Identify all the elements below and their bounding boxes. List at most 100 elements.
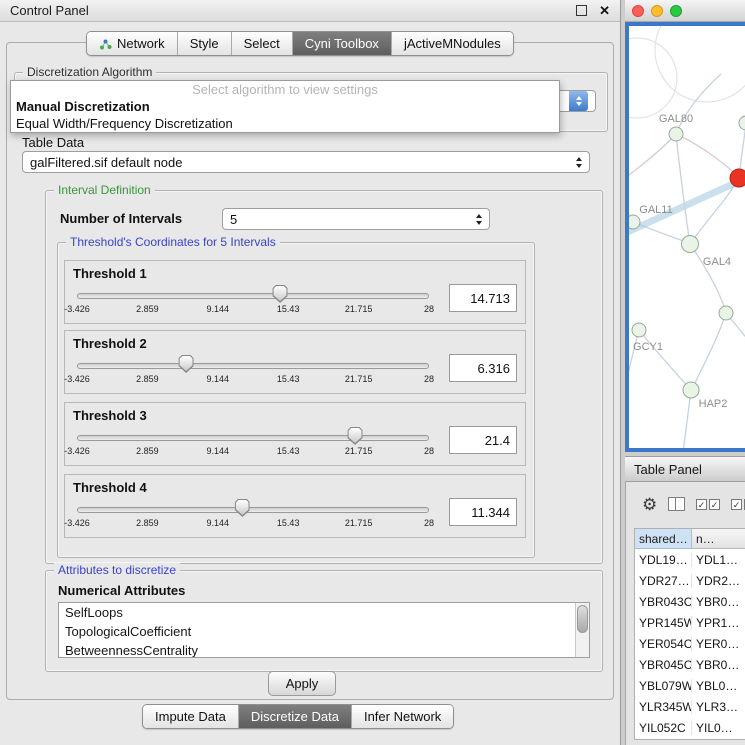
table-data-value: galFiltered.sif default node: [30, 155, 182, 170]
settings-gear-icon[interactable]: ⚙: [642, 496, 657, 513]
network-edge: [676, 134, 739, 177]
float-window-icon[interactable]: [576, 5, 587, 16]
threshold-4-slider[interactable]: -3.426 2.859 9.144 15.43 21.715 28: [77, 498, 429, 532]
number-of-intervals-value: 5: [230, 212, 237, 227]
list-scrollbar[interactable]: [575, 603, 589, 657]
network-node[interactable]: [719, 306, 733, 320]
table-row[interactable]: YER054CYER0…: [635, 633, 745, 654]
tick-label: 28: [424, 446, 434, 456]
network-node-gal4[interactable]: [682, 236, 699, 253]
table-row[interactable]: YBR045CYBR0…: [635, 654, 745, 675]
attribute-item[interactable]: SelfLoops: [59, 603, 589, 622]
apply-button[interactable]: Apply: [268, 671, 336, 696]
combobox-stepper-icon[interactable]: [470, 214, 482, 225]
threshold-1-slider[interactable]: -3.426 2.859 9.144 15.43 21.715 28: [77, 284, 429, 318]
slider-thumb[interactable]: [273, 285, 288, 303]
table-data-label: Table Data: [22, 135, 84, 150]
close-icon[interactable]: ✕: [599, 3, 610, 19]
tick-label: 15.43: [277, 374, 300, 384]
select-columns-icon[interactable]: ✓ ✓: [696, 499, 720, 510]
threshold-2-slider[interactable]: -3.426 2.859 9.144 15.43 21.715 28: [77, 354, 429, 388]
tick-label: 9.144: [207, 304, 230, 314]
network-edge: [692, 313, 726, 389]
table-row[interactable]: YIL052CYIL0…: [635, 717, 745, 738]
table-row[interactable]: YBR043CYBR0…: [635, 591, 745, 612]
slider-thumb[interactable]: [348, 427, 363, 445]
tab-discretize-data[interactable]: Discretize Data: [238, 705, 351, 728]
network-node-selected[interactable]: [730, 169, 745, 187]
tab-network[interactable]: Network: [87, 32, 177, 55]
tick-label: -3.426: [64, 518, 90, 528]
table-data-combobox[interactable]: galFiltered.sif default node: [22, 151, 590, 173]
table-panel-title: Table Panel: [634, 462, 702, 477]
attributes-group-title: Attributes to discretize: [54, 563, 180, 578]
node-label-gal80: GAL80: [659, 113, 693, 125]
control-panel-titlebar: Control Panel ✕: [0, 0, 620, 22]
algorithm-dropdown-popup: Select algorithm to view settings Manual…: [10, 80, 560, 133]
zoom-traffic-light-icon[interactable]: [670, 5, 682, 17]
tab-discretize-data-label: Discretize Data: [251, 709, 339, 724]
tab-select[interactable]: Select: [231, 32, 292, 55]
network-node-gcy1[interactable]: [632, 323, 646, 337]
threshold-4-value-field[interactable]: 11.344: [449, 498, 517, 526]
table-row[interactable]: YDR27…YDR2…: [635, 570, 745, 591]
number-of-intervals-label: Number of Intervals: [60, 211, 182, 226]
network-node-gal11[interactable]: [629, 215, 640, 229]
combobox-stepper-icon[interactable]: [570, 157, 582, 168]
tick-label: 2.859: [136, 518, 159, 528]
table-row[interactable]: YPR145WYPR1…: [635, 612, 745, 633]
threshold-1-value-field[interactable]: 14.713: [449, 284, 517, 312]
network-edge: [655, 26, 745, 102]
tick-label: 9.144: [207, 374, 230, 384]
scrollbar-thumb[interactable]: [577, 605, 588, 633]
combobox-arrows-icon[interactable]: [569, 91, 588, 111]
slider-track[interactable]: [77, 293, 429, 299]
tab-infer-network[interactable]: Infer Network: [351, 705, 453, 728]
algorithm-option-manual[interactable]: Manual Discretization: [11, 98, 559, 115]
threshold-3-label: Threshold 3: [73, 408, 517, 423]
slider-track[interactable]: [77, 507, 429, 513]
tick-label: 21.715: [345, 446, 373, 456]
node-table: shared… n… YDL19…YDL1… YDR27…YDR2… YBR04…: [634, 528, 745, 740]
table-panel-titlebar: Table Panel: [625, 456, 745, 482]
threshold-3-slider[interactable]: -3.426 2.859 9.144 15.43 21.715 28: [77, 426, 429, 460]
attribute-item[interactable]: BetweennessCentrality: [59, 641, 589, 658]
network-node-gal80[interactable]: [669, 127, 683, 141]
minimize-traffic-light-icon[interactable]: [651, 5, 663, 17]
interval-definition-title: Interval Definition: [54, 183, 155, 198]
close-traffic-light-icon[interactable]: [632, 5, 644, 17]
threshold-4-panel: Threshold 4 -3.426 2.859 9.144 15.43 21.…: [64, 474, 526, 538]
desktop: { "icons": { "gear": "⚙", "close": "✕", …: [0, 0, 745, 745]
table-row[interactable]: YBL079WYBL0…: [635, 675, 745, 696]
slider-track[interactable]: [77, 363, 429, 369]
slider-thumb[interactable]: [235, 499, 250, 517]
tab-impute-data-label: Impute Data: [155, 709, 226, 724]
threshold-2-label: Threshold 2: [73, 336, 517, 351]
attribute-item[interactable]: TopologicalCoefficient: [59, 622, 589, 641]
column-header-name[interactable]: n…: [692, 529, 745, 549]
threshold-3-value-field[interactable]: 21.4: [449, 426, 517, 454]
algorithm-option-equal-width[interactable]: Equal Width/Frequency Discretization: [11, 115, 559, 132]
tick-label: 21.715: [345, 304, 373, 314]
algorithm-dropdown-placeholder: Select algorithm to view settings: [11, 81, 559, 98]
network-canvas[interactable]: GAL80 GAL11 GAL4 GCY1 HAP2: [625, 22, 745, 452]
tab-impute-data[interactable]: Impute Data: [143, 705, 238, 728]
tab-style[interactable]: Style: [177, 32, 231, 55]
slider-track[interactable]: [77, 435, 429, 441]
network-node-hap2[interactable]: [683, 382, 699, 398]
number-of-intervals-combobox[interactable]: 5: [222, 208, 490, 230]
table-row[interactable]: YDL19…YDL1…: [635, 549, 745, 570]
table-row[interactable]: YLR345WYLR3…: [635, 696, 745, 717]
slider-thumb[interactable]: [179, 355, 194, 373]
bottom-tab-strip: Impute Data Discretize Data Infer Networ…: [142, 704, 454, 729]
select-all-icon[interactable]: ✓ ✓: [731, 499, 745, 510]
threshold-2-value-field[interactable]: 6.316: [449, 354, 517, 382]
table-toolbar: ⚙ ✓ ✓ ✓ ✓: [626, 488, 745, 520]
threshold-4-label: Threshold 4: [73, 480, 517, 495]
tab-cyni-toolbox[interactable]: Cyni Toolbox: [292, 32, 391, 55]
network-node[interactable]: [739, 116, 745, 130]
column-header-shared-name[interactable]: shared…: [635, 529, 692, 549]
tab-jactivemodules[interactable]: jActiveMNodules: [391, 32, 513, 55]
columns-icon[interactable]: [668, 497, 685, 511]
tab-jactivemodules-label: jActiveMNodules: [404, 36, 501, 51]
